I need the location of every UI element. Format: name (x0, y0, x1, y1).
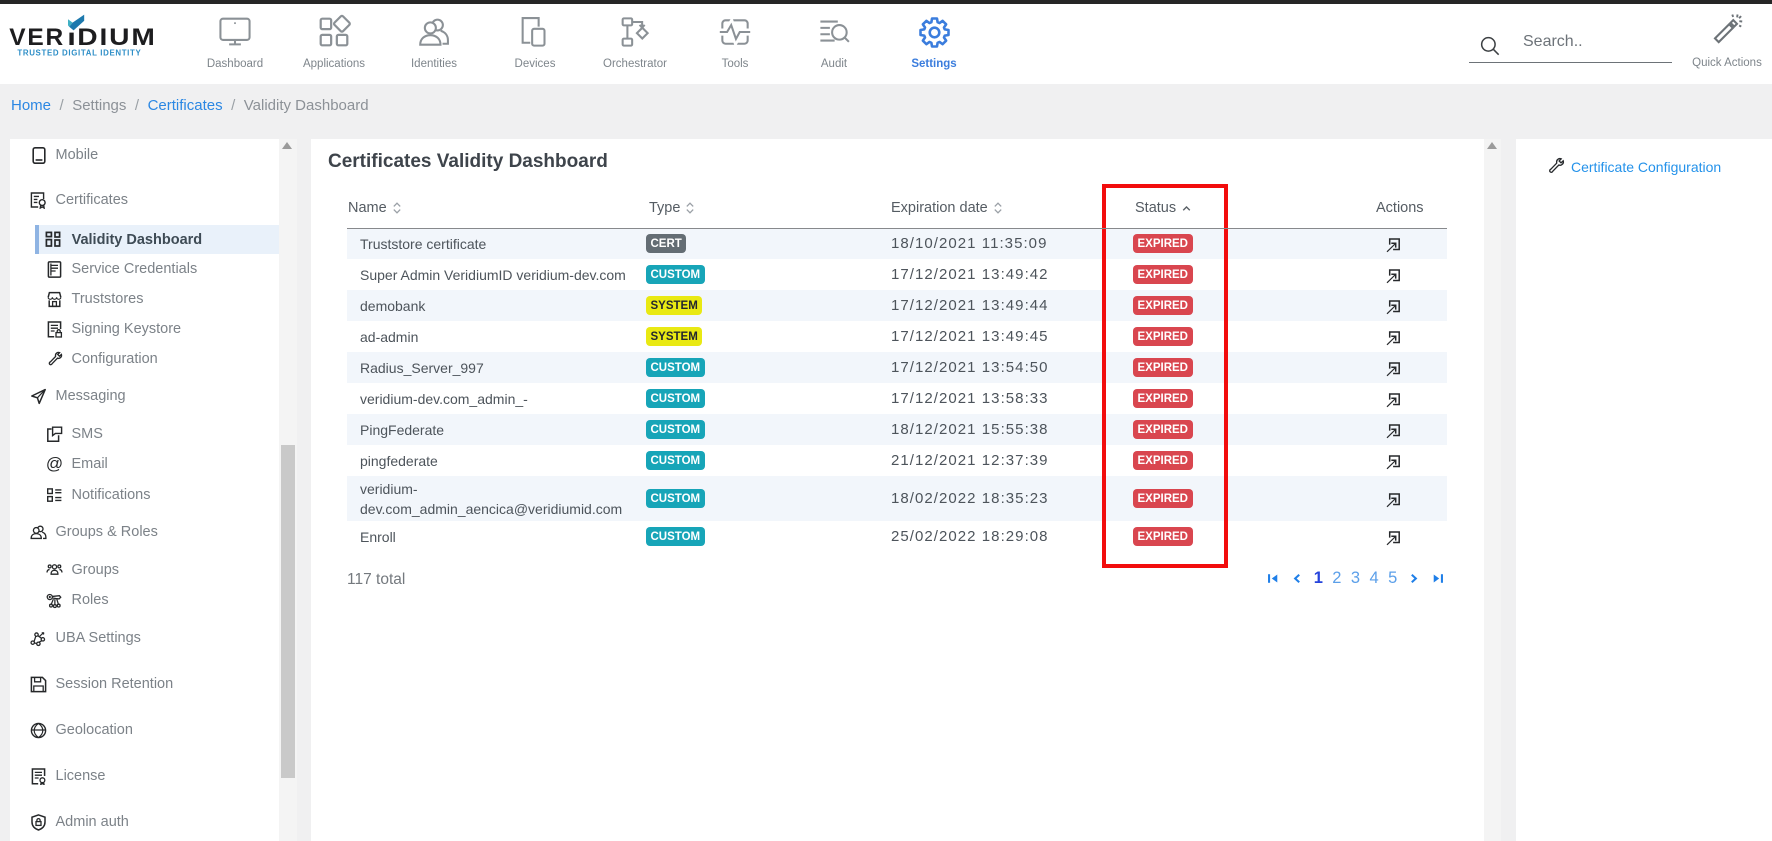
svg-text:DIUM: DIUM (77, 23, 156, 51)
svg-text:VER: VER (9, 24, 65, 51)
svg-text:TRUSTED DIGITAL IDENTITY: TRUSTED DIGITAL IDENTITY (17, 49, 141, 58)
